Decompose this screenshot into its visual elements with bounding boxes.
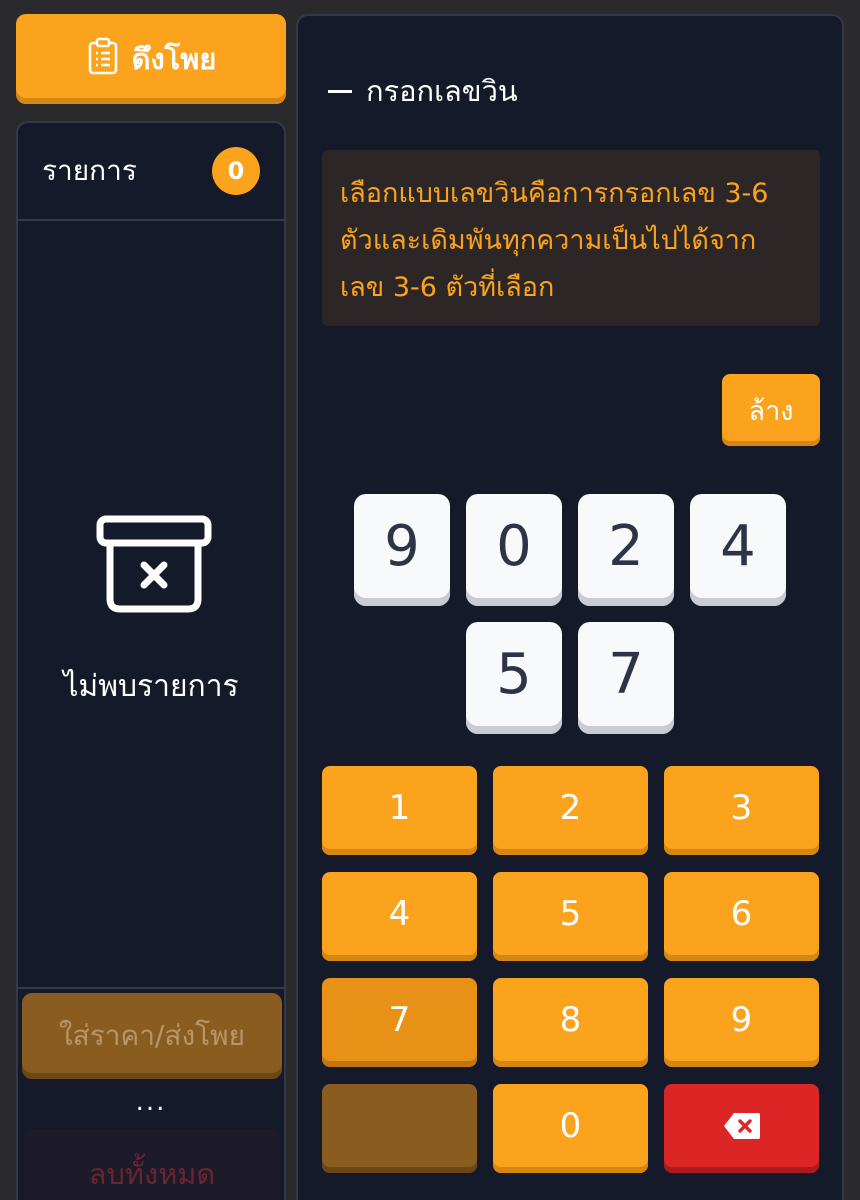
info-line: ตัวและเดิมพันทุกความเป็นไปได้จาก	[340, 225, 757, 256]
section-header[interactable]: กรอกเลขวิน	[328, 68, 518, 114]
pull-ticket-label: ดึงโพย	[131, 42, 217, 76]
list-divider	[18, 987, 284, 989]
submit-ticket-button[interactable]: ใส่ราคา/ส่งโพย	[22, 993, 282, 1079]
keypad-key-4[interactable]: 4	[322, 872, 477, 961]
clear-button[interactable]: ล้าง	[722, 374, 820, 446]
keypad-key-0[interactable]: 0	[493, 1084, 648, 1173]
clipboard-icon	[86, 37, 120, 82]
section-title: กรอกเลขวิน	[366, 74, 518, 108]
more-menu-button[interactable]: ...	[18, 1087, 284, 1117]
selected-digit-tile[interactable]: 0	[466, 494, 562, 606]
empty-box-icon	[96, 515, 212, 613]
selected-digit-tile[interactable]: 4	[690, 494, 786, 606]
collapse-icon	[328, 89, 352, 93]
keypad-key-5[interactable]: 5	[493, 872, 648, 961]
backspace-icon	[723, 1112, 760, 1139]
empty-list-text: ไม่พบรายการ	[63, 669, 239, 704]
info-line: เลข 3-6 ตัวที่เลือก	[340, 272, 555, 303]
keypad-key-7[interactable]: 7	[322, 978, 477, 1067]
keypad-key-blank	[322, 1084, 477, 1173]
keypad-key-3[interactable]: 3	[664, 766, 819, 855]
info-box: เลือกแบบเลขวินคือการกรอกเลข 3-6 ตัวและเด…	[322, 150, 820, 326]
keypad-key-9[interactable]: 9	[664, 978, 819, 1067]
keypad-key-1[interactable]: 1	[322, 766, 477, 855]
selected-digit-tile[interactable]: 5	[466, 622, 562, 734]
list-header: รายการ 0	[18, 123, 284, 221]
selected-digit-tile[interactable]: 7	[578, 622, 674, 734]
keypad-key-2[interactable]: 2	[493, 766, 648, 855]
keypad-key-8[interactable]: 8	[493, 978, 648, 1067]
selected-digit-tile[interactable]: 9	[354, 494, 450, 606]
selected-digit-tile[interactable]: 2	[578, 494, 674, 606]
win-number-panel: กรอกเลขวิน เลือกแบบเลขวินคือการกรอกเลข 3…	[296, 14, 844, 1200]
keypad-key-6[interactable]: 6	[664, 872, 819, 961]
ticket-list-panel: รายการ 0 ไม่พบรายการ ใส่ราคา/ส่งโพย ... …	[16, 121, 286, 1200]
backspace-button[interactable]	[664, 1084, 819, 1173]
delete-all-button[interactable]: ลบทั้งหมด	[24, 1129, 280, 1200]
pull-ticket-button[interactable]: ดึงโพย	[16, 14, 286, 104]
list-title: รายการ	[42, 154, 137, 187]
info-line: เลือกแบบเลขวินคือการกรอกเลข 3-6	[340, 178, 769, 209]
list-count-badge: 0	[212, 147, 260, 195]
